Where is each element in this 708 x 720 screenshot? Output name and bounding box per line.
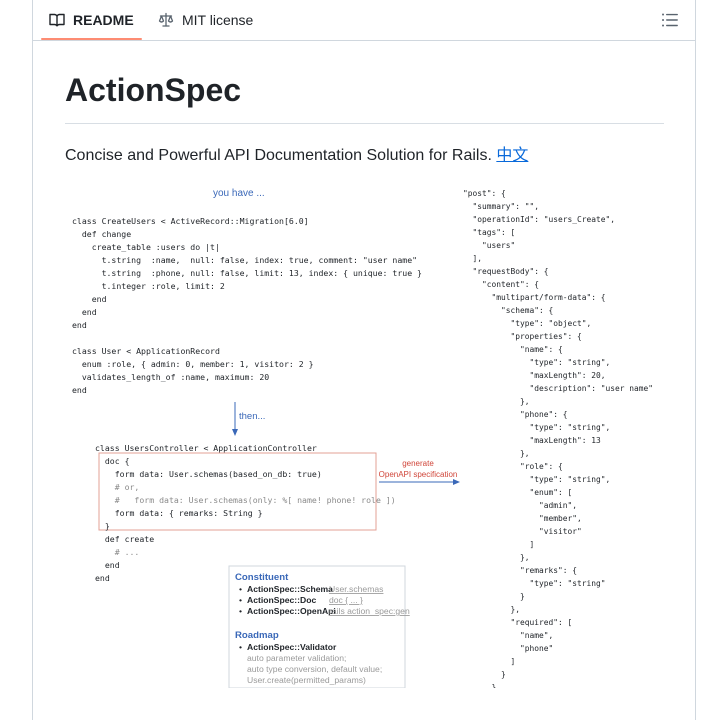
json-line: "requestBody": {: [463, 267, 549, 276]
code-line: # ...: [95, 547, 139, 557]
json-line: "phone": [463, 644, 553, 653]
code-line: validates_length_of :name, maximum: 20: [72, 372, 269, 382]
roadmap-title: Roadmap: [235, 630, 279, 641]
json-line: "visitor": [463, 527, 582, 536]
json-line: "enum": [: [463, 488, 572, 497]
code-line: t.string :phone, null: false, limit: 13,…: [72, 268, 422, 278]
roadmap-note: auto parameter validation;: [247, 653, 346, 663]
json-line: },: [463, 553, 530, 562]
svg-text:•: •: [239, 642, 242, 652]
readme-description: Concise and Powerful API Documentation S…: [65, 141, 528, 165]
code-line: t.string :name, null: false, index: true…: [72, 255, 417, 265]
tab-readme[interactable]: README: [49, 0, 134, 40]
json-line: "content": {: [463, 280, 539, 289]
roadmap-note: auto type conversion, default value;: [247, 664, 382, 674]
code-line: # or,: [95, 482, 139, 492]
json-line: "member",: [463, 514, 582, 523]
json-line: }: [463, 592, 525, 601]
code-line: end: [72, 385, 87, 395]
json-line: },: [463, 449, 530, 458]
json-line: },: [463, 397, 530, 406]
json-line: "tags": [: [463, 228, 515, 237]
constituent-item-name: ActionSpec::OpenApi: [247, 606, 336, 616]
json-line: "phone": {: [463, 410, 568, 419]
svg-text:•: •: [239, 584, 242, 594]
json-line: "type": "string",: [463, 475, 610, 484]
json-line: "schema": {: [463, 306, 553, 315]
scale-icon: [158, 12, 174, 27]
active-tab-indicator: [41, 38, 142, 40]
readme-title: ActionSpec: [65, 72, 242, 108]
code-line: end: [72, 307, 97, 317]
json-line: "users": [463, 241, 515, 250]
you-have-label: you have ...: [213, 188, 265, 199]
roadmap-note: User.create(permitted_params): [247, 675, 366, 685]
json-line: "post": {: [463, 189, 506, 198]
json-line: "type": "object",: [463, 319, 591, 328]
tab-readme-label: README: [73, 12, 134, 28]
json-line: "type": "string",: [463, 423, 610, 432]
code-line: class CreateUsers < ActiveRecord::Migrat…: [72, 216, 309, 226]
json-line: }: [463, 683, 496, 688]
code-line: end: [72, 320, 87, 330]
openapi-spec-label: OpenAPI specification: [379, 470, 458, 479]
json-line: "maxLength": 20,: [463, 371, 606, 380]
svg-text:•: •: [239, 606, 242, 616]
code-line: enum :role, { admin: 0, member: 1, visit…: [72, 359, 314, 369]
code-line: class User < ApplicationRecord: [72, 346, 220, 356]
constituent-title: Constituent: [235, 572, 289, 583]
code-line: end: [72, 294, 107, 304]
constituent-item-note: doc { ... }: [329, 595, 363, 605]
generate-label: generate: [402, 459, 434, 468]
json-line: "remarks": {: [463, 566, 577, 575]
json-line: "type": "string": [463, 579, 606, 588]
constituent-item-note: User.schemas: [329, 584, 383, 594]
code-line: form data: User.schemas(based_on_db: tru…: [95, 469, 322, 479]
then-label: then...: [239, 411, 265, 422]
json-line: "operationId": "users_Create",: [463, 215, 615, 224]
constituent-item-note: rails action_spec:gen: [329, 606, 410, 616]
json-line: ],: [463, 254, 482, 263]
constituent-item-name: ActionSpec::Schema: [247, 584, 333, 594]
tab-license[interactable]: MIT license: [158, 0, 253, 40]
code-line: class UsersController < ApplicationContr…: [95, 443, 317, 453]
outline-list-icon[interactable]: [661, 11, 679, 29]
chinese-readme-link[interactable]: 中文: [496, 147, 528, 164]
json-line: "properties": {: [463, 332, 582, 341]
code-line: }: [95, 521, 110, 531]
json-line: "admin",: [463, 501, 577, 510]
json-line: "required": [: [463, 618, 572, 627]
code-line: end: [95, 560, 120, 570]
code-line: create_table :users do |t|: [72, 242, 220, 252]
code-line: # form data: User.schemas(only: %[ name!…: [95, 495, 396, 505]
roadmap-item: ActionSpec::Validator: [247, 642, 337, 652]
code-line: t.integer :role, limit: 2: [72, 281, 225, 291]
json-line: ]: [463, 540, 534, 549]
code-line: def create: [95, 534, 154, 544]
json-line: ]: [463, 657, 515, 666]
json-line: "role": {: [463, 462, 563, 471]
json-line: "type": "string",: [463, 358, 610, 367]
code-line: def change: [72, 229, 131, 239]
json-line: "name",: [463, 631, 553, 640]
json-line: "summary": "",: [463, 202, 539, 211]
actionspec-diagram: you have ... class CreateUsers < ActiveR…: [65, 180, 664, 688]
code-line: end: [95, 573, 110, 583]
json-line: "multipart/form-data": {: [463, 293, 606, 302]
code-line: form data: { remarks: String }: [95, 508, 263, 518]
constituent-item-name: ActionSpec::Doc: [247, 595, 316, 605]
description-text: Concise and Powerful API Documentation S…: [65, 147, 492, 164]
title-divider: [65, 123, 664, 124]
book-icon: [49, 13, 65, 27]
readme-tabs: README MIT license: [33, 0, 695, 41]
svg-text:•: •: [239, 595, 242, 605]
json-line: "name": {: [463, 345, 563, 354]
json-line: "maxLength": 13: [463, 436, 601, 445]
code-line: doc {: [95, 456, 130, 466]
json-line: "description": "user name": [463, 384, 653, 393]
json-line: },: [463, 605, 520, 614]
json-line: }: [463, 670, 506, 679]
tab-license-label: MIT license: [182, 12, 254, 28]
